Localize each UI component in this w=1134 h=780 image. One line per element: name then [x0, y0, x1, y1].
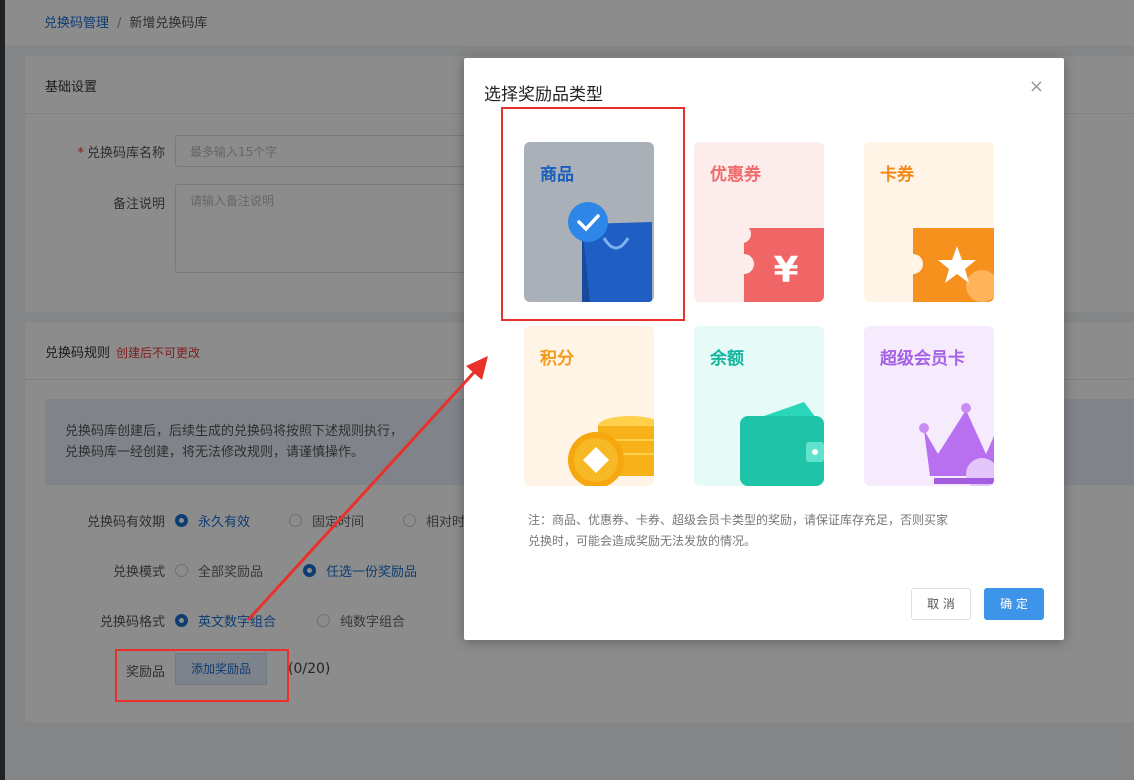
reward-type-balance[interactable]: 余额 [694, 326, 824, 486]
tile-label: 余额 [710, 349, 744, 369]
confirm-button[interactable]: 确 定 [984, 588, 1044, 620]
note-line-1: 注：商品、优惠券、卡券、超级会员卡类型的奖励，请保证库存充足，否则买家 [528, 513, 949, 527]
tile-label: 超级会员卡 [880, 349, 965, 369]
reward-type-super-member-card[interactable]: 超级会员卡 [864, 326, 994, 486]
dialog-title: 选择奖励品类型 [484, 85, 603, 105]
reward-type-card-voucher[interactable]: 卡券 [864, 142, 994, 302]
annotation-box-add-reward [115, 649, 289, 702]
note-line-2: 兑换时，可能会造成奖励无法发放的情况。 [528, 534, 757, 548]
svg-text:¥: ¥ [773, 250, 798, 291]
reward-type-points[interactable]: 积分 [524, 326, 654, 486]
cancel-button[interactable]: 取 消 [911, 588, 971, 620]
annotation-box-product [501, 107, 685, 321]
reward-type-coupon[interactable]: ¥ 优惠券 [694, 142, 824, 302]
close-icon[interactable]: × [1029, 76, 1044, 97]
tile-label: 积分 [540, 349, 574, 369]
tile-label: 优惠券 [710, 165, 761, 185]
tile-label: 卡券 [880, 165, 914, 185]
dialog-note: 注：商品、优惠券、卡券、超级会员卡类型的奖励，请保证库存充足，否则买家 兑换时，… [528, 510, 1038, 552]
